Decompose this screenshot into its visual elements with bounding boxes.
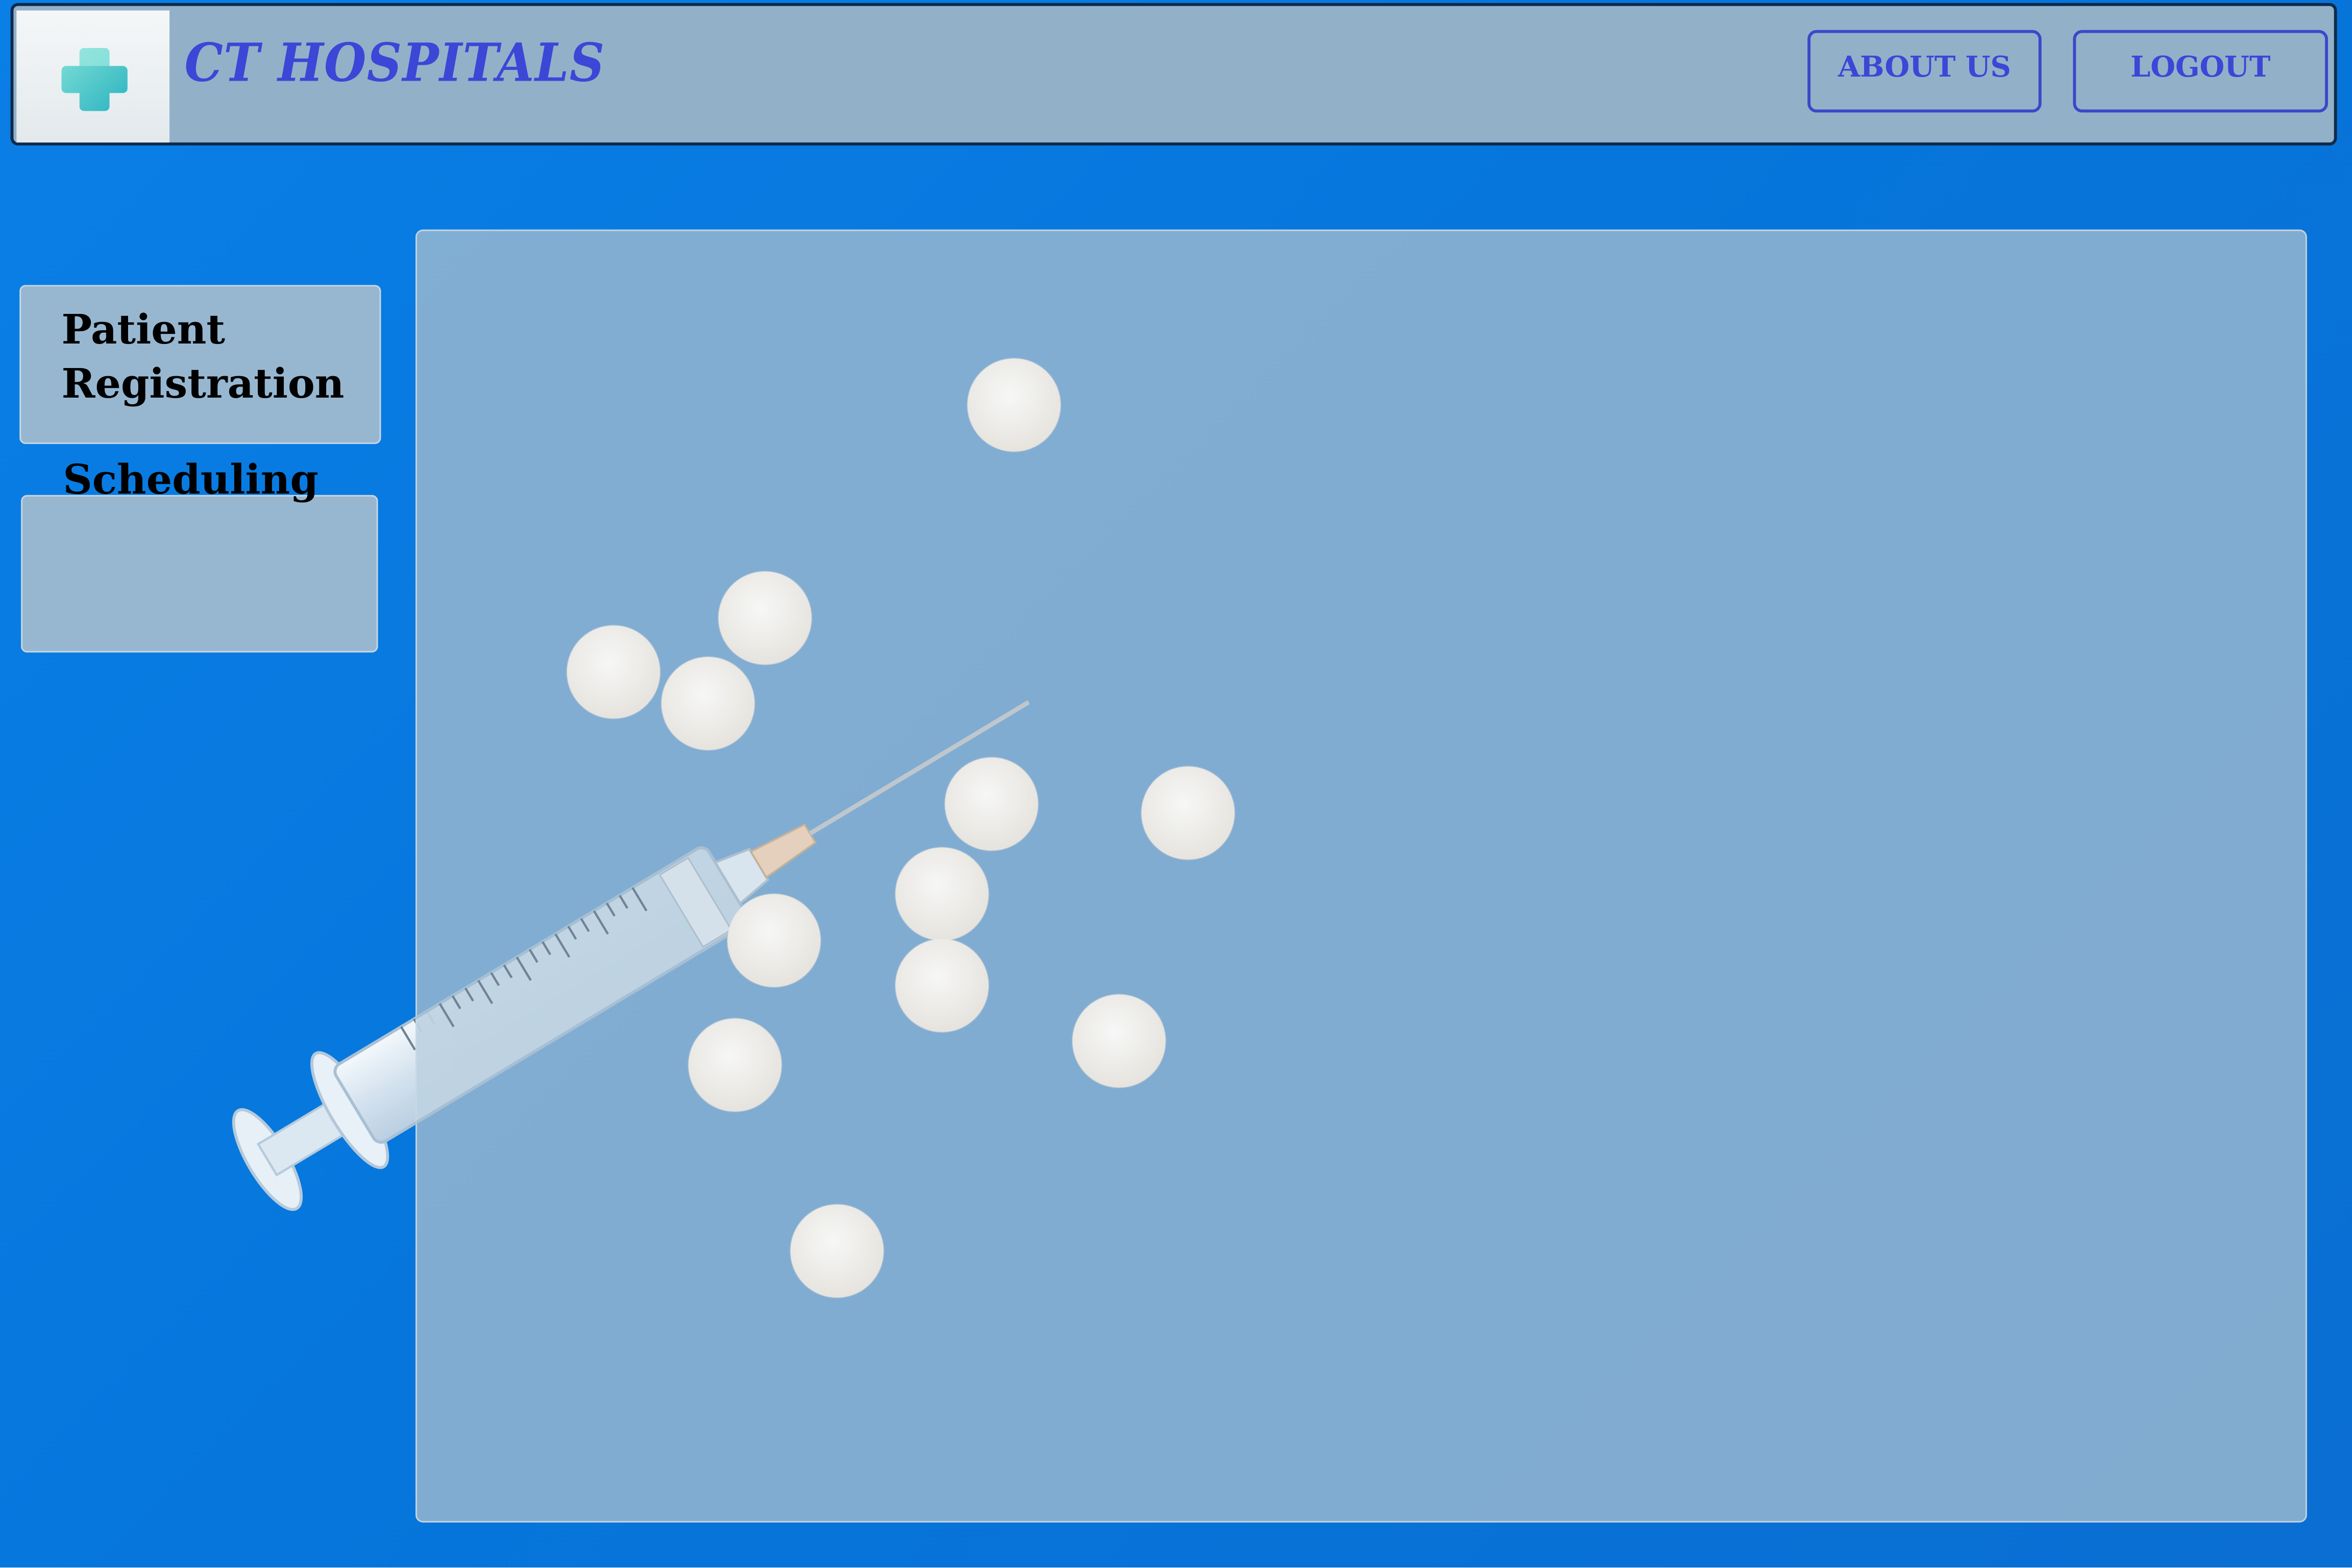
- sidebar-item-label: Scheduling: [63, 457, 318, 504]
- sidebar-item-label: Patient Registration: [61, 307, 345, 408]
- app-window: CT HOSPITALS ABOUT US LOGOUT Patient Reg…: [0, 0, 2352, 1568]
- top-header: CT HOSPITALS ABOUT US LOGOUT: [10, 3, 2337, 146]
- main-content-panel: [415, 229, 2307, 1523]
- about-us-button[interactable]: ABOUT US: [1807, 30, 2042, 113]
- medical-cross-icon: [61, 48, 128, 111]
- sidebar-item-scheduling[interactable]: [21, 495, 378, 653]
- logo[interactable]: [16, 10, 170, 143]
- logout-button[interactable]: LOGOUT: [2073, 30, 2328, 113]
- brand-title: CT HOSPITALS: [184, 33, 605, 95]
